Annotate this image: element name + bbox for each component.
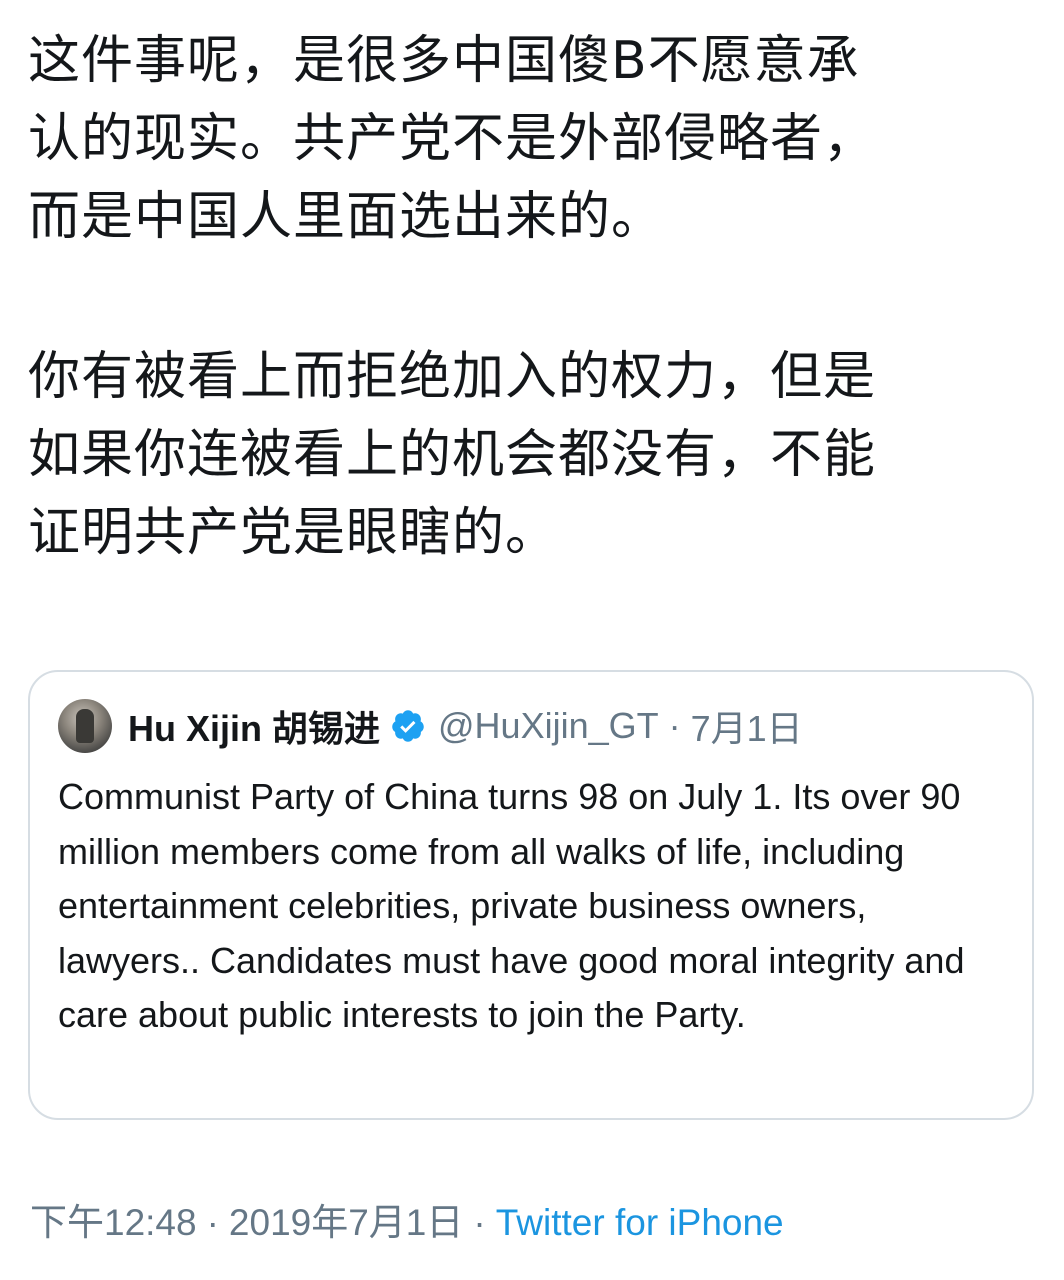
tweet-meta: 下午12:48 · 2019年7月1日 · Twitter for iPhone — [30, 1192, 784, 1246]
meta-separator-2: · — [473, 1202, 486, 1243]
tweet-text: 这件事呢，是很多中国傻B不愿意承 认的现实。共产党不是外部侵略者， 而是中国人里… — [28, 22, 1038, 572]
tweet-date[interactable]: 2019年7月1日 — [229, 1202, 463, 1243]
tweet-paragraph-2: 你有被看上而拒绝加入的权力，但是 如果你连被看上的机会都没有，不能 证明共产党是… — [28, 347, 877, 563]
quoted-author-name[interactable]: Hu Xijin 胡锡进 — [128, 700, 380, 752]
tweet-time[interactable]: 下午12:48 — [30, 1202, 197, 1243]
quoted-handle[interactable]: @HuXijin_GT — [438, 705, 659, 747]
verified-badge-icon — [392, 710, 424, 742]
quoted-date[interactable]: 7月1日 — [691, 700, 803, 752]
quoted-tweet-card[interactable]: Hu Xijin 胡锡进 @HuXijin_GT · 7月1日 Communis… — [28, 670, 1034, 1120]
tweet-source-link[interactable]: Twitter for iPhone — [496, 1202, 784, 1243]
tweet-paragraph-1: 这件事呢，是很多中国傻B不愿意承 认的现实。共产党不是外部侵略者， 而是中国人里… — [28, 31, 877, 247]
meta-separator-1: · — [206, 1202, 219, 1243]
avatar-figure — [76, 709, 94, 743]
quoted-tweet-text: Communist Party of China turns 98 on Jul… — [58, 776, 965, 1035]
avatar[interactable] — [58, 699, 112, 753]
tweet-main: 这件事呢，是很多中国傻B不愿意承 认的现实。共产党不是外部侵略者， 而是中国人里… — [28, 22, 1038, 654]
header-separator: · — [668, 705, 681, 746]
quoted-tweet-header: Hu Xijin 胡锡进 @HuXijin_GT · 7月1日 — [58, 698, 803, 754]
